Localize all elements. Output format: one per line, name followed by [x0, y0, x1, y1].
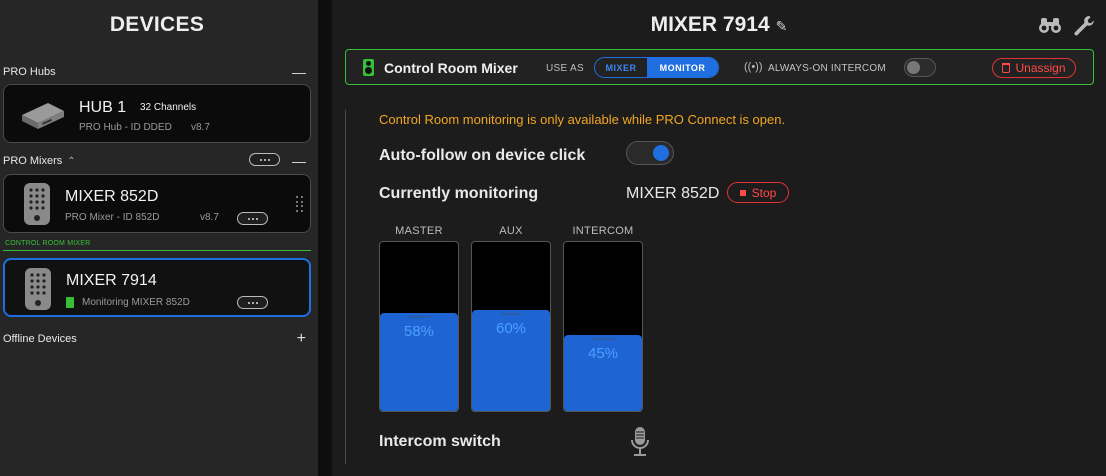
binoculars-icon[interactable] [1038, 14, 1062, 36]
sidebar-title: DEVICES [109, 13, 205, 36]
device-card-mixer-7914[interactable]: MIXER 7914 Monitoring MIXER 852D [3, 258, 311, 317]
meter-label-intercom: INTERCOM [572, 225, 634, 237]
meter-value-master: 58% [403, 323, 435, 340]
wrench-icon[interactable] [1072, 14, 1096, 36]
hub-device-icon [22, 103, 64, 129]
page-title: MIXER 7914 ✎ [332, 13, 1106, 37]
meter-value-aux: 60% [495, 320, 527, 337]
meter-tick [592, 338, 614, 340]
section-pro-hubs-label: PRO Hubs [3, 66, 56, 78]
control-room-divider [3, 250, 311, 251]
unassign-label: Unassign [1015, 61, 1066, 75]
auto-follow-toggle[interactable] [626, 141, 674, 165]
mixers-more-button[interactable] [249, 153, 280, 166]
meter-tick [408, 316, 430, 318]
meter-master[interactable]: 58% [379, 241, 459, 412]
control-room-label: CONTROL ROOM MIXER [5, 240, 91, 247]
mixer-device-icon [25, 268, 51, 310]
edit-pencil-icon[interactable]: ✎ [776, 18, 788, 35]
device-card-hub[interactable]: HUB 1 32 Channels PRO Hub - ID DDED v8.7 [3, 84, 311, 143]
warning-message: Control Room monitoring is only availabl… [379, 112, 786, 127]
section-pro-mixers-label: PRO Mixers [3, 155, 63, 167]
mixer-7914-name: MIXER 7914 [66, 272, 157, 289]
panel-divider [318, 0, 332, 476]
mixer-7914-more-button[interactable] [237, 296, 268, 309]
section-pro-hubs[interactable]: PRO Hubs [3, 66, 56, 78]
use-as-toggle: MIXER MONITOR [594, 57, 719, 78]
mixer-852d-version: v8.7 [200, 212, 219, 223]
collapse-mixers-icon[interactable]: — [292, 154, 306, 168]
mixer-device-icon [24, 183, 50, 225]
main-panel: MIXER 7914 ✎ Control Room Mixer USE AS MI… [332, 0, 1106, 476]
trash-icon [1002, 63, 1011, 73]
meter-intercom[interactable]: 45% [563, 241, 643, 412]
stop-button[interactable]: Stop [727, 182, 789, 203]
control-room-name: Control Room Mixer [384, 60, 518, 76]
meter-tick [500, 313, 522, 315]
meter-label-master: MASTER [395, 225, 443, 237]
hub-sub: PRO Hub - ID DDED [79, 122, 172, 133]
section-pro-mixers[interactable]: PRO Mixers ⌃ [3, 155, 76, 167]
hub-name: HUB 1 [79, 99, 127, 116]
meter-aux[interactable]: 60% [471, 241, 551, 412]
use-as-label: USE AS [546, 63, 584, 74]
mixer-852d-more-button[interactable] [237, 212, 268, 225]
mixer-852d-name: MIXER 852D [65, 188, 159, 205]
mixer-852d-sub: PRO Mixer - ID 852D [65, 212, 160, 223]
drag-handle-icon[interactable] [296, 196, 304, 212]
intercom-switch-label: Intercom switch [379, 433, 501, 450]
currently-monitoring-label: Currently monitoring [379, 185, 539, 202]
hub-version: v8.7 [191, 122, 210, 133]
auto-follow-label: Auto-follow on device click [379, 147, 586, 164]
devices-sidebar: DEVICES PRO Hubs — HUB 1 32 Channels PRO… [0, 0, 318, 476]
device-title: MIXER 7914 [650, 13, 770, 36]
currently-monitoring-value: MIXER 852D [626, 185, 720, 202]
control-room-bar: Control Room Mixer USE AS MIXER MONITOR … [345, 49, 1094, 85]
hub-channels: 32 Channels [140, 102, 197, 113]
device-card-mixer-852d[interactable]: MIXER 852D PRO Mixer - ID 852D v8.7 [3, 174, 311, 233]
stop-icon [739, 189, 746, 196]
use-as-monitor-option[interactable]: MONITOR [647, 58, 718, 77]
speaker-icon [66, 297, 74, 308]
app-window: DEVICES PRO Hubs — HUB 1 32 Channels PRO… [0, 0, 1106, 476]
microphone-icon[interactable] [628, 425, 652, 459]
always-on-intercom-label: ALWAYS-ON INTERCOM [768, 63, 886, 74]
mixer-7914-sub: Monitoring MIXER 852D [82, 297, 190, 308]
speaker-icon [363, 59, 374, 76]
content-divider [345, 110, 346, 464]
section-offline-label: Offline Devices [3, 333, 77, 345]
meter-label-aux: AUX [499, 225, 523, 237]
sort-chevron-icon[interactable]: ⌃ [67, 156, 75, 167]
add-device-icon[interactable]: + [297, 331, 306, 347]
broadcast-icon: ((•)) [744, 61, 763, 73]
section-offline-devices[interactable]: Offline Devices [3, 333, 77, 345]
meter-value-intercom: 45% [587, 345, 619, 362]
always-on-intercom-toggle[interactable] [904, 58, 936, 77]
use-as-mixer-option[interactable]: MIXER [595, 58, 647, 77]
unassign-button[interactable]: Unassign [992, 58, 1076, 78]
stop-label: Stop [751, 185, 777, 200]
collapse-hubs-icon[interactable]: — [292, 65, 306, 79]
